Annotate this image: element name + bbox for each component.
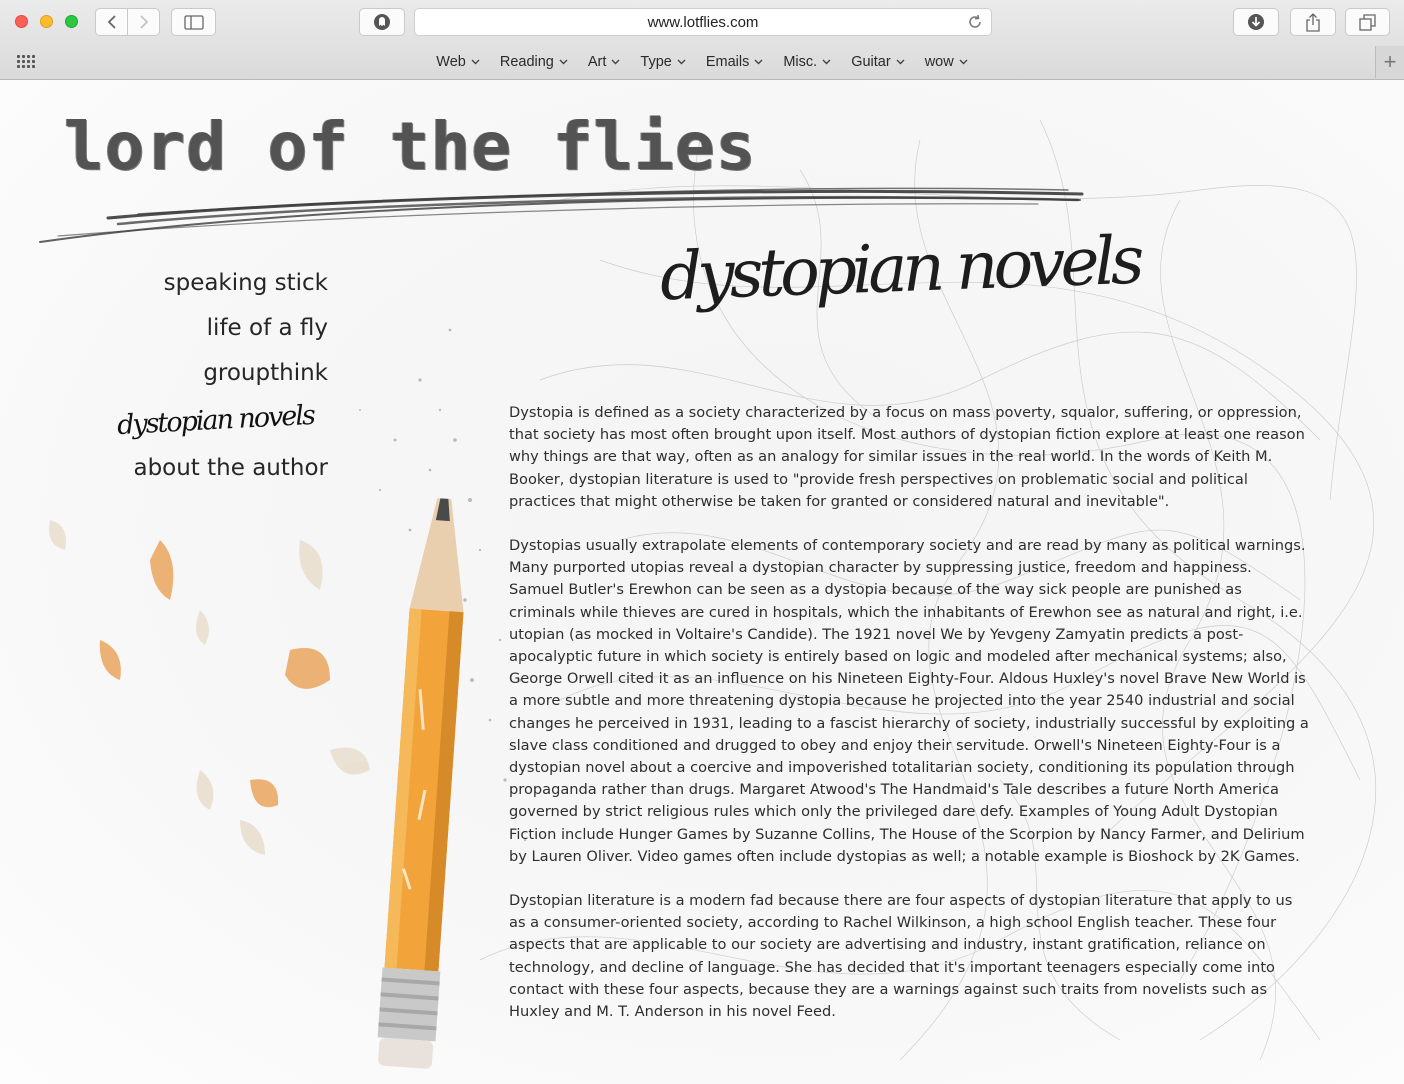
favorites-item-label: Reading: [499, 54, 554, 70]
favorites-item-art[interactable]: Art: [578, 54, 631, 70]
chevron-down-icon: [896, 57, 905, 67]
nav-link-groupthink[interactable]: groupthink: [117, 360, 328, 386]
favorites-item-label: Guitar: [851, 54, 891, 70]
favorites-item-misc[interactable]: Misc.: [773, 54, 841, 70]
sidebar-toggle-button[interactable]: [171, 8, 216, 36]
title-bar: www.lotflies.com: [0, 0, 1404, 44]
sidebar-icon: [183, 14, 204, 30]
favorites-item-label: Misc.: [783, 54, 818, 70]
back-button[interactable]: [95, 8, 128, 36]
browser-toolbar: www.lotflies.com Web Reading Art Type Emails…: [0, 0, 1404, 80]
favorites-menu: Web Reading Art Type Emails Misc. Guitar wow: [0, 44, 1404, 80]
new-tab-button[interactable]: +: [1375, 46, 1404, 78]
nav-link-about-the-author[interactable]: about the author: [117, 455, 328, 481]
address-bar[interactable]: www.lotflies.com: [414, 8, 992, 36]
web-page: lord of the flies speaking stick life of …: [0, 80, 1404, 1084]
ghost-shield-icon: [374, 14, 390, 30]
site-title[interactable]: lord of the flies: [64, 108, 757, 185]
chevron-down-icon: [754, 57, 763, 67]
nav-link-speaking-stick[interactable]: speaking stick: [117, 270, 328, 296]
download-icon: [1248, 14, 1264, 30]
favorites-item-guitar[interactable]: Guitar: [841, 54, 915, 70]
tabs-overview-icon: [1359, 13, 1376, 31]
chevron-down-icon: [611, 57, 620, 67]
chevron-right-icon: [139, 15, 148, 29]
chevron-down-icon: [677, 57, 686, 67]
forward-button[interactable]: [127, 8, 160, 36]
favorites-item-label: Type: [640, 54, 672, 70]
article-paragraph: Dystopias usually extrapolate elements o…: [509, 537, 1309, 865]
chevron-down-icon: [959, 57, 968, 67]
favorites-bar: Web Reading Art Type Emails Misc. Guitar wow +: [0, 44, 1404, 80]
article-paragraph: Dystopian literature is a modern fad bec…: [509, 892, 1293, 1021]
favorites-item-web[interactable]: Web: [426, 54, 490, 70]
extension-button[interactable]: [359, 8, 405, 36]
reload-icon[interactable]: [967, 14, 983, 34]
favorites-item-label: Art: [587, 54, 607, 70]
downloads-button[interactable]: [1233, 8, 1279, 36]
favorites-item-type[interactable]: Type: [630, 54, 695, 70]
minimize-window-button[interactable]: [40, 15, 53, 28]
show-tabs-button[interactable]: [1345, 8, 1390, 36]
favorites-item-wow[interactable]: wow: [915, 54, 978, 70]
favorites-item-label: Emails: [705, 54, 750, 70]
share-icon: [1306, 12, 1320, 32]
maximize-window-button[interactable]: [65, 15, 78, 28]
nav-link-life-of-a-fly[interactable]: life of a fly: [117, 315, 328, 341]
chevron-down-icon: [822, 57, 831, 67]
favorites-item-reading[interactable]: Reading: [490, 54, 578, 70]
share-button[interactable]: [1290, 8, 1336, 36]
chevron-down-icon: [559, 57, 568, 67]
nav-link-dystopian-novels[interactable]: dystopian novels: [116, 400, 314, 441]
chevron-left-icon: [107, 15, 116, 29]
side-navigation: speaking stick life of a fly groupthink dys…: [116, 270, 328, 500]
url-text: www.lotflies.com: [647, 13, 759, 31]
favorites-item-label: Web: [436, 54, 466, 70]
plus-icon: +: [1383, 49, 1397, 74]
article-paragraph: Dystopia is defined as a society charact…: [509, 404, 1305, 510]
favorites-item-emails[interactable]: Emails: [696, 54, 774, 70]
close-window-button[interactable]: [15, 15, 28, 28]
chevron-down-icon: [471, 57, 480, 67]
article-body: Dystopia is defined as a society charact…: [509, 402, 1309, 1045]
pencil-illustration: [377, 498, 464, 1069]
favorites-item-label: wow: [924, 54, 954, 70]
